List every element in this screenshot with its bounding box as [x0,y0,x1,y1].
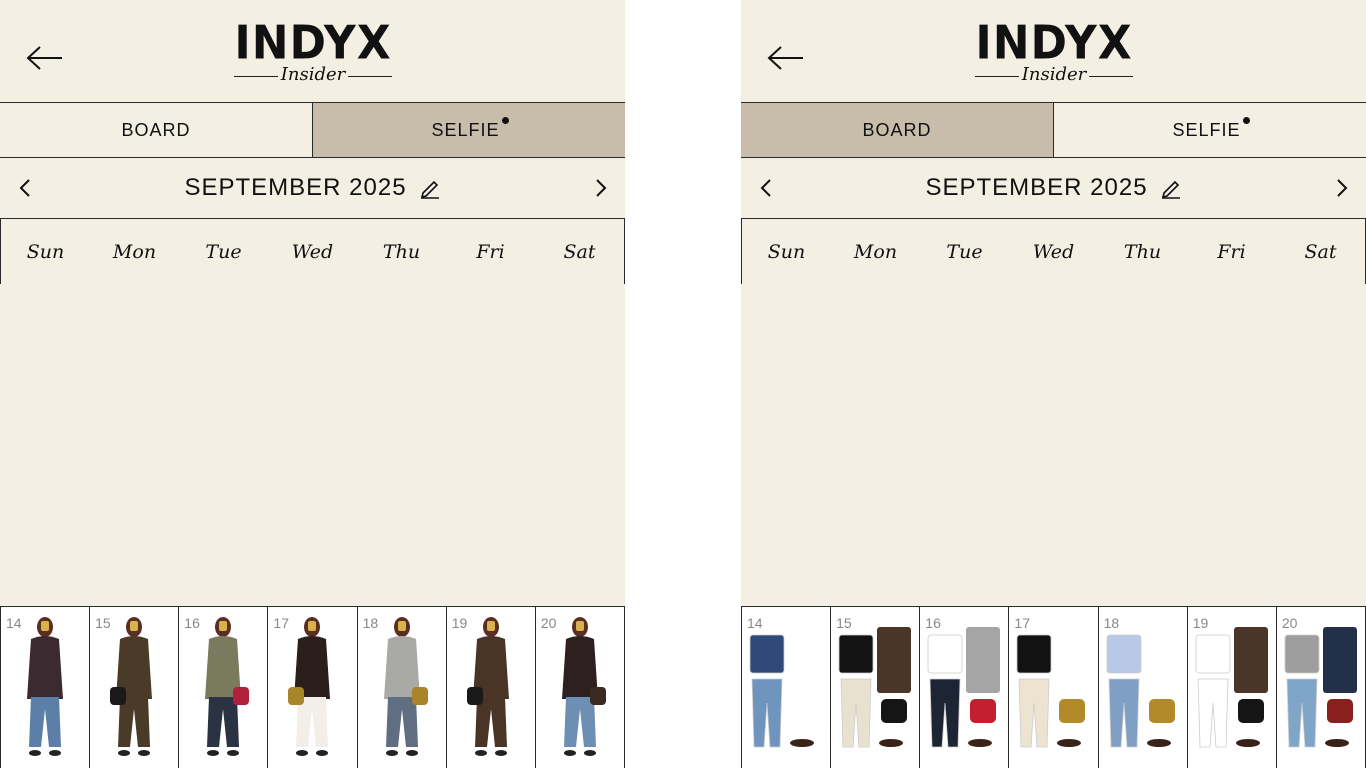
month-navigator: SEPTEMBER 2025 [0,158,625,218]
weekday-thu: Thu [1123,241,1162,263]
day-cell-20[interactable]: 20 [1276,607,1366,768]
weekday-tue: Tue [205,241,242,263]
weekday-wed: Wed [1032,241,1075,263]
day-cell-14[interactable]: 14 [741,607,832,768]
app-header: INDYX Insider [741,0,1366,102]
day-cell-15[interactable]: 15 [831,607,921,768]
weekday-wed: Wed [291,241,334,263]
outfit-selfie-photo [288,617,331,756]
outfit-selfie-photo [561,617,606,756]
weekday-header: Sun Mon Tue Wed Thu Fri Sat [741,218,1366,284]
weekday-header: Sun Mon Tue Wed Thu Fri Sat [0,218,625,284]
weekday-fri: Fri [1217,241,1246,263]
tab-board[interactable]: BOARD [741,103,1053,157]
day-cell-18[interactable]: 18 [357,607,447,768]
day-cell-16[interactable]: 16 [920,607,1010,768]
outfit-board-collage [1284,627,1357,748]
logo-subtitle: Insider [973,65,1135,85]
outfit-selfie-photo [383,617,428,756]
logo-wordmark: INDYX [975,16,1133,71]
weekday-sun: Sun [26,241,65,263]
dot-icon [1242,116,1250,124]
outfit-selfie-photo [27,617,63,756]
outfit-selfie-photo [110,617,153,756]
month-title: SEPTEMBER 2025 [925,174,1148,201]
outfit-board-collage [927,627,1001,748]
weekday-tue: Tue [946,241,983,263]
day-cell-19[interactable]: 19 [446,607,536,768]
indyx-insider-logo: INDYX Insider [973,16,1135,92]
outfit-board-collage [749,634,814,748]
day-cell-14[interactable]: 14 [0,607,91,768]
weekday-thu: Thu [382,241,421,263]
pencil-icon[interactable] [1160,177,1182,199]
day-cell-17[interactable]: 17 [268,607,358,768]
tab-selfie[interactable]: SELFIE [312,103,625,157]
pencil-icon[interactable] [419,177,441,199]
phone-screen-board: INDYX Insider BOARD SELFIE SEPTEMBER 202… [741,0,1366,768]
phone-screen-selfie: INDYX Insider BOARD SELFIE SEPTEMBER 202… [0,0,625,768]
month-title: SEPTEMBER 2025 [184,174,407,201]
indyx-insider-logo: INDYX Insider [232,16,394,92]
tab-board-label: BOARD [862,119,932,140]
tab-board[interactable]: BOARD [0,103,312,157]
day-cell-18[interactable]: 18 [1098,607,1188,768]
outfit-board-collage [1017,634,1086,748]
outfit-selfie-photo [205,617,250,756]
arrow-left-icon[interactable] [767,44,805,72]
weekday-mon: Mon [112,241,157,263]
tab-selfie-label: SELFIE [1172,119,1241,140]
day-cell-16[interactable]: 16 [179,607,269,768]
calendar-week-row: 14 15 16 17 18 19 20 [0,606,625,768]
tab-board-label: BOARD [121,119,191,140]
calendar-week-row: 14 15 16 17 18 19 20 [741,606,1366,768]
weekday-sun: Sun [767,241,806,263]
day-cell-20[interactable]: 20 [535,607,625,768]
outfit-board-collage [1195,627,1268,748]
day-cell-15[interactable]: 15 [90,607,180,768]
logo-wordmark: INDYX [234,16,392,71]
chevron-left-icon[interactable] [755,176,779,200]
view-tabs: BOARD SELFIE [741,102,1366,158]
tab-selfie-label: SELFIE [431,119,500,140]
weekday-sat: Sat [563,241,596,263]
weekday-sat: Sat [1304,241,1337,263]
chevron-left-icon[interactable] [14,176,38,200]
chevron-right-icon[interactable] [588,176,612,200]
dot-icon [501,116,509,124]
outfit-selfie-photo [466,617,509,756]
outfit-board-collage [838,627,912,748]
app-header: INDYX Insider [0,0,625,102]
day-cell-19[interactable]: 19 [1187,607,1277,768]
arrow-left-icon[interactable] [26,44,64,72]
view-tabs: BOARD SELFIE [0,102,625,158]
month-navigator: SEPTEMBER 2025 [741,158,1366,218]
outfit-board-collage [1106,634,1175,748]
weekday-fri: Fri [476,241,505,263]
tab-selfie[interactable]: SELFIE [1053,103,1366,157]
day-cell-17[interactable]: 17 [1009,607,1099,768]
chevron-right-icon[interactable] [1329,176,1353,200]
weekday-mon: Mon [853,241,898,263]
logo-subtitle: Insider [232,65,394,85]
